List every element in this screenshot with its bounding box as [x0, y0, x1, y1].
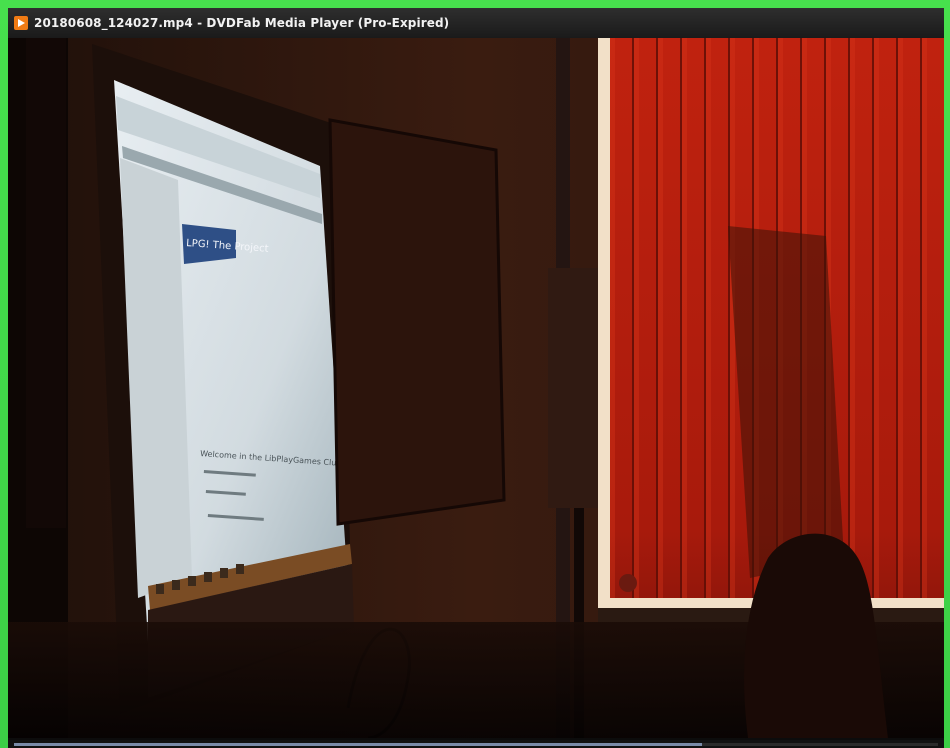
- projected-taskbar-icon: [220, 568, 228, 578]
- media-player-window: 20180608_124027.mp4 - DVDFab Media Playe…: [8, 8, 944, 748]
- wall-picture: [328, 118, 506, 526]
- projected-taskbar-icon: [236, 564, 244, 574]
- projected-taskbar-icon: [204, 572, 212, 582]
- title-bar[interactable]: 20180608_124027.mp4 - DVDFab Media Playe…: [8, 8, 944, 38]
- video-frame[interactable]: LPG! The Project Welcome in the LibPlayG…: [8, 38, 944, 738]
- dvdfab-play-icon: [14, 16, 28, 30]
- left-panel: [26, 38, 66, 528]
- video-scene: LPG! The Project Welcome in the LibPlayG…: [8, 38, 944, 738]
- plant: [619, 574, 637, 592]
- projected-taskbar-icon: [188, 576, 196, 586]
- seek-track[interactable]: [14, 743, 938, 746]
- window-title: 20180608_124027.mp4 - DVDFab Media Playe…: [34, 16, 450, 30]
- seek-progress: [14, 743, 703, 746]
- projected-taskbar-icon: [156, 584, 164, 594]
- seek-bar[interactable]: [8, 740, 944, 748]
- projected-taskbar-icon: [172, 580, 180, 590]
